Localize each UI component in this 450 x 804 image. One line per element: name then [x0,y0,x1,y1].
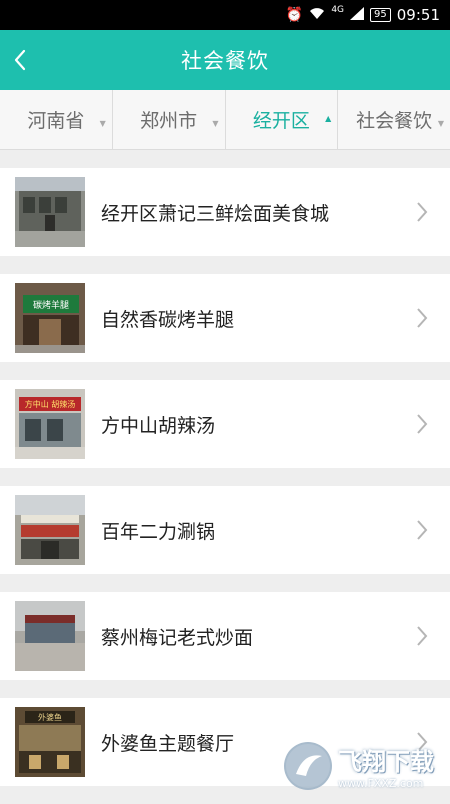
filter-category[interactable]: 社会餐饮 ▼ [338,90,450,149]
chevron-right-icon [417,308,428,328]
network-type: 4G [331,5,345,15]
filter-bar: 河南省 ▼ 郑州市 ▼ 经开区 ▲ 社会餐饮 ▼ [0,90,450,150]
sign-text: 方中山 胡辣汤 [25,399,76,409]
restaurant-photo: 外婆鱼 [15,707,85,777]
back-chevron-icon [14,49,26,71]
restaurant-list: 经开区萧记三鲜烩面美食城 碳烤羊腿 自然香碳烤羊腿 方中山 胡辣汤 方中山胡辣汤… [0,168,450,804]
restaurant-photo: 方中山 胡辣汤 [15,389,85,459]
restaurant-name: 外婆鱼主题餐厅 [101,732,235,755]
filter-province[interactable]: 河南省 ▼ [0,90,113,149]
page-title: 社会餐饮 [181,49,269,73]
list-item[interactable]: 碳烤羊腿 自然香碳烤羊腿 [0,274,450,362]
dropdown-arrow-icon: ▼ [212,119,219,128]
battery-icon: 95 [370,8,391,22]
signal-icon [350,6,365,24]
restaurant-name: 经开区萧记三鲜烩面美食城 [101,202,330,225]
restaurant-photo [15,177,85,247]
dropdown-arrow-icon: ▼ [99,119,106,128]
filter-label: 河南省 [27,110,85,132]
dropdown-arrow-icon: ▼ [437,119,444,128]
restaurant-name: 方中山胡辣汤 [101,414,216,437]
watermark-text: 飞翔下载 [338,748,434,776]
restaurant-name: 蔡州梅记老式炒面 [101,626,254,649]
filter-city[interactable]: 郑州市 ▼ [113,90,226,149]
chevron-right-icon [417,414,428,434]
list-item[interactable]: 蔡州梅记老式炒面 [0,592,450,680]
filter-district[interactable]: 经开区 ▲ [226,90,339,149]
watermark-url: www.FXXZ.com [338,777,424,790]
filter-label: 郑州市 [140,110,198,132]
restaurant-name: 百年二力涮锅 [101,520,216,543]
sign-text: 碳烤羊腿 [33,299,69,311]
restaurant-photo: 碳烤羊腿 [15,283,85,353]
filter-label: 经开区 [252,110,310,132]
app-bar: 社会餐饮 [0,30,450,90]
watermark: 飞翔下载 www.FXXZ.com [284,738,444,794]
list-item[interactable]: 百年二力涮锅 [0,486,450,574]
restaurant-photo [15,495,85,565]
chevron-right-icon [417,202,428,222]
wifi-icon [309,7,325,24]
restaurant-photo [15,601,85,671]
status-bar: ⏰ 4G 95 09:51 [0,0,450,30]
restaurant-name: 自然香碳烤羊腿 [101,308,235,331]
list-item[interactable]: 经开区萧记三鲜烩面美食城 [0,168,450,256]
clock: 09:51 [396,6,440,24]
filter-label: 社会餐饮 [356,110,433,132]
list-item[interactable]: 方中山 胡辣汤 方中山胡辣汤 [0,380,450,468]
chevron-right-icon [417,626,428,646]
back-button[interactable] [0,30,40,90]
dropdown-arrow-up-icon: ▲ [325,114,332,123]
sign-text: 外婆鱼 [38,712,62,722]
chevron-right-icon [417,520,428,540]
alarm-icon: ⏰ [285,7,304,23]
watermark-logo-icon [284,742,332,790]
